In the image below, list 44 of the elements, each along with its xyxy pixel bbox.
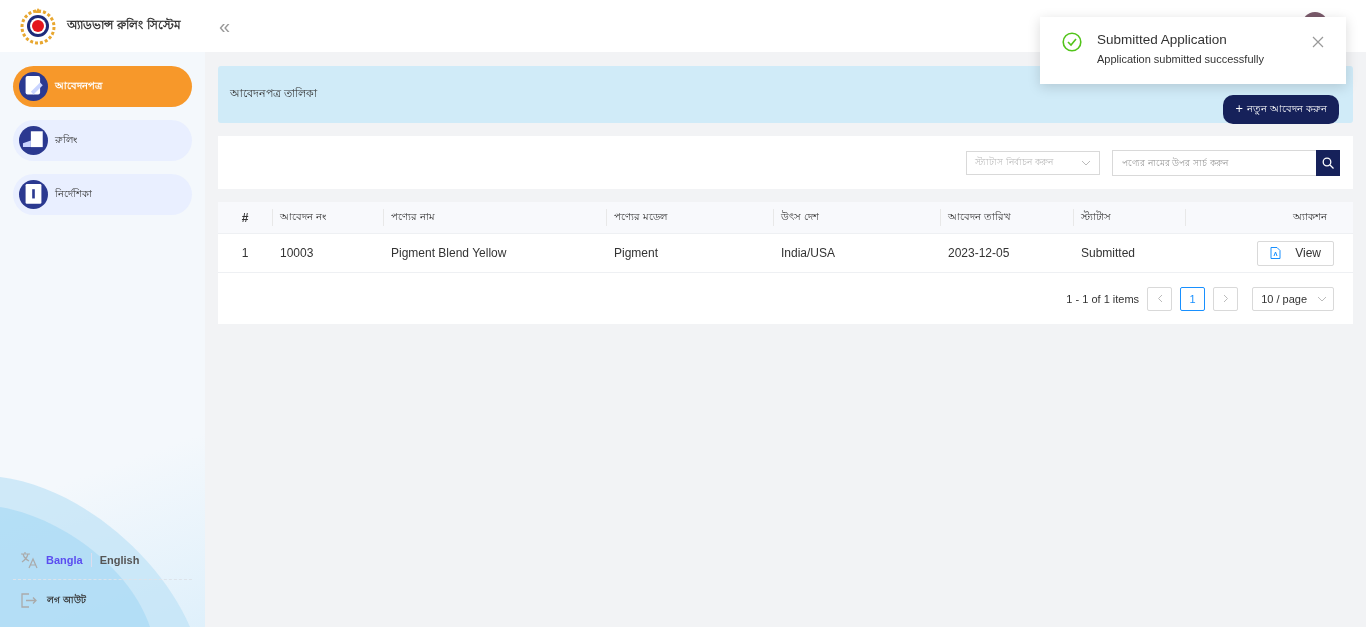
column-header: স্ট্যাটাস [1073, 202, 1185, 234]
column-header: আবেদন তারিখ [940, 202, 1073, 234]
document-icon [19, 72, 48, 101]
column-header: পণ্যের মডেল [606, 202, 773, 234]
sidebar-item[interactable]: রুলিং [13, 120, 192, 161]
search-icon [1322, 156, 1334, 169]
column-header: পণ্যের নাম [383, 202, 606, 234]
toast-title: Submitted Application [1097, 32, 1228, 47]
page-title: আবেদনপত্র তালিকা [230, 86, 318, 102]
logout-icon [20, 592, 37, 609]
table-cell: 10003 [272, 234, 383, 273]
translate-icon [20, 551, 38, 569]
success-check-icon [1062, 32, 1082, 52]
chevron-down-icon [1081, 159, 1091, 166]
table-cell: 2023-12-05 [940, 234, 1073, 273]
table-cell: India/USA [773, 234, 940, 273]
logout-button[interactable]: লগ আউট [47, 593, 87, 608]
column-header: # [218, 202, 272, 234]
table-cell: Submitted [1073, 234, 1185, 273]
search-field[interactable]: পণ্যের নামের উপর সার্চ করুন [1112, 149, 1316, 176]
chevron-down-icon [1317, 295, 1327, 302]
column-header: উৎস দেশ [773, 202, 940, 234]
table-cell: 1 [218, 234, 272, 273]
column-header: আবেদন নং [272, 202, 383, 234]
sidebar-item[interactable]: নির্দেশিকা [13, 174, 192, 215]
guide-book-icon [19, 180, 48, 209]
page-size-select[interactable]: 10 / page [1252, 286, 1334, 311]
new-application-button[interactable]: + নতুন আবেদন করুন [1223, 95, 1339, 124]
ruling-icon [19, 126, 48, 155]
pdf-file-icon [1270, 247, 1282, 259]
close-button[interactable] [1312, 36, 1324, 48]
toast-message: Application submitted successfully [1097, 53, 1265, 65]
language-option[interactable]: Bangla [46, 554, 83, 566]
pagination-summary: 1 - 1 of 1 items [1066, 292, 1140, 305]
emblem-logo [18, 6, 58, 46]
column-header: অ্যাকশন [1185, 202, 1353, 234]
app-title: অ্যাডভান্স রুলিং সিস্টেম [67, 16, 183, 34]
chevron-right-icon [1222, 294, 1229, 303]
view-button[interactable]: View [1257, 240, 1334, 266]
search-button[interactable] [1316, 149, 1340, 176]
table-cell: Pigment [606, 234, 773, 273]
table-cell: Pigment Blend Yellow [383, 234, 606, 273]
language-option[interactable]: English [99, 554, 140, 566]
chevron-left-icon [1156, 294, 1163, 303]
